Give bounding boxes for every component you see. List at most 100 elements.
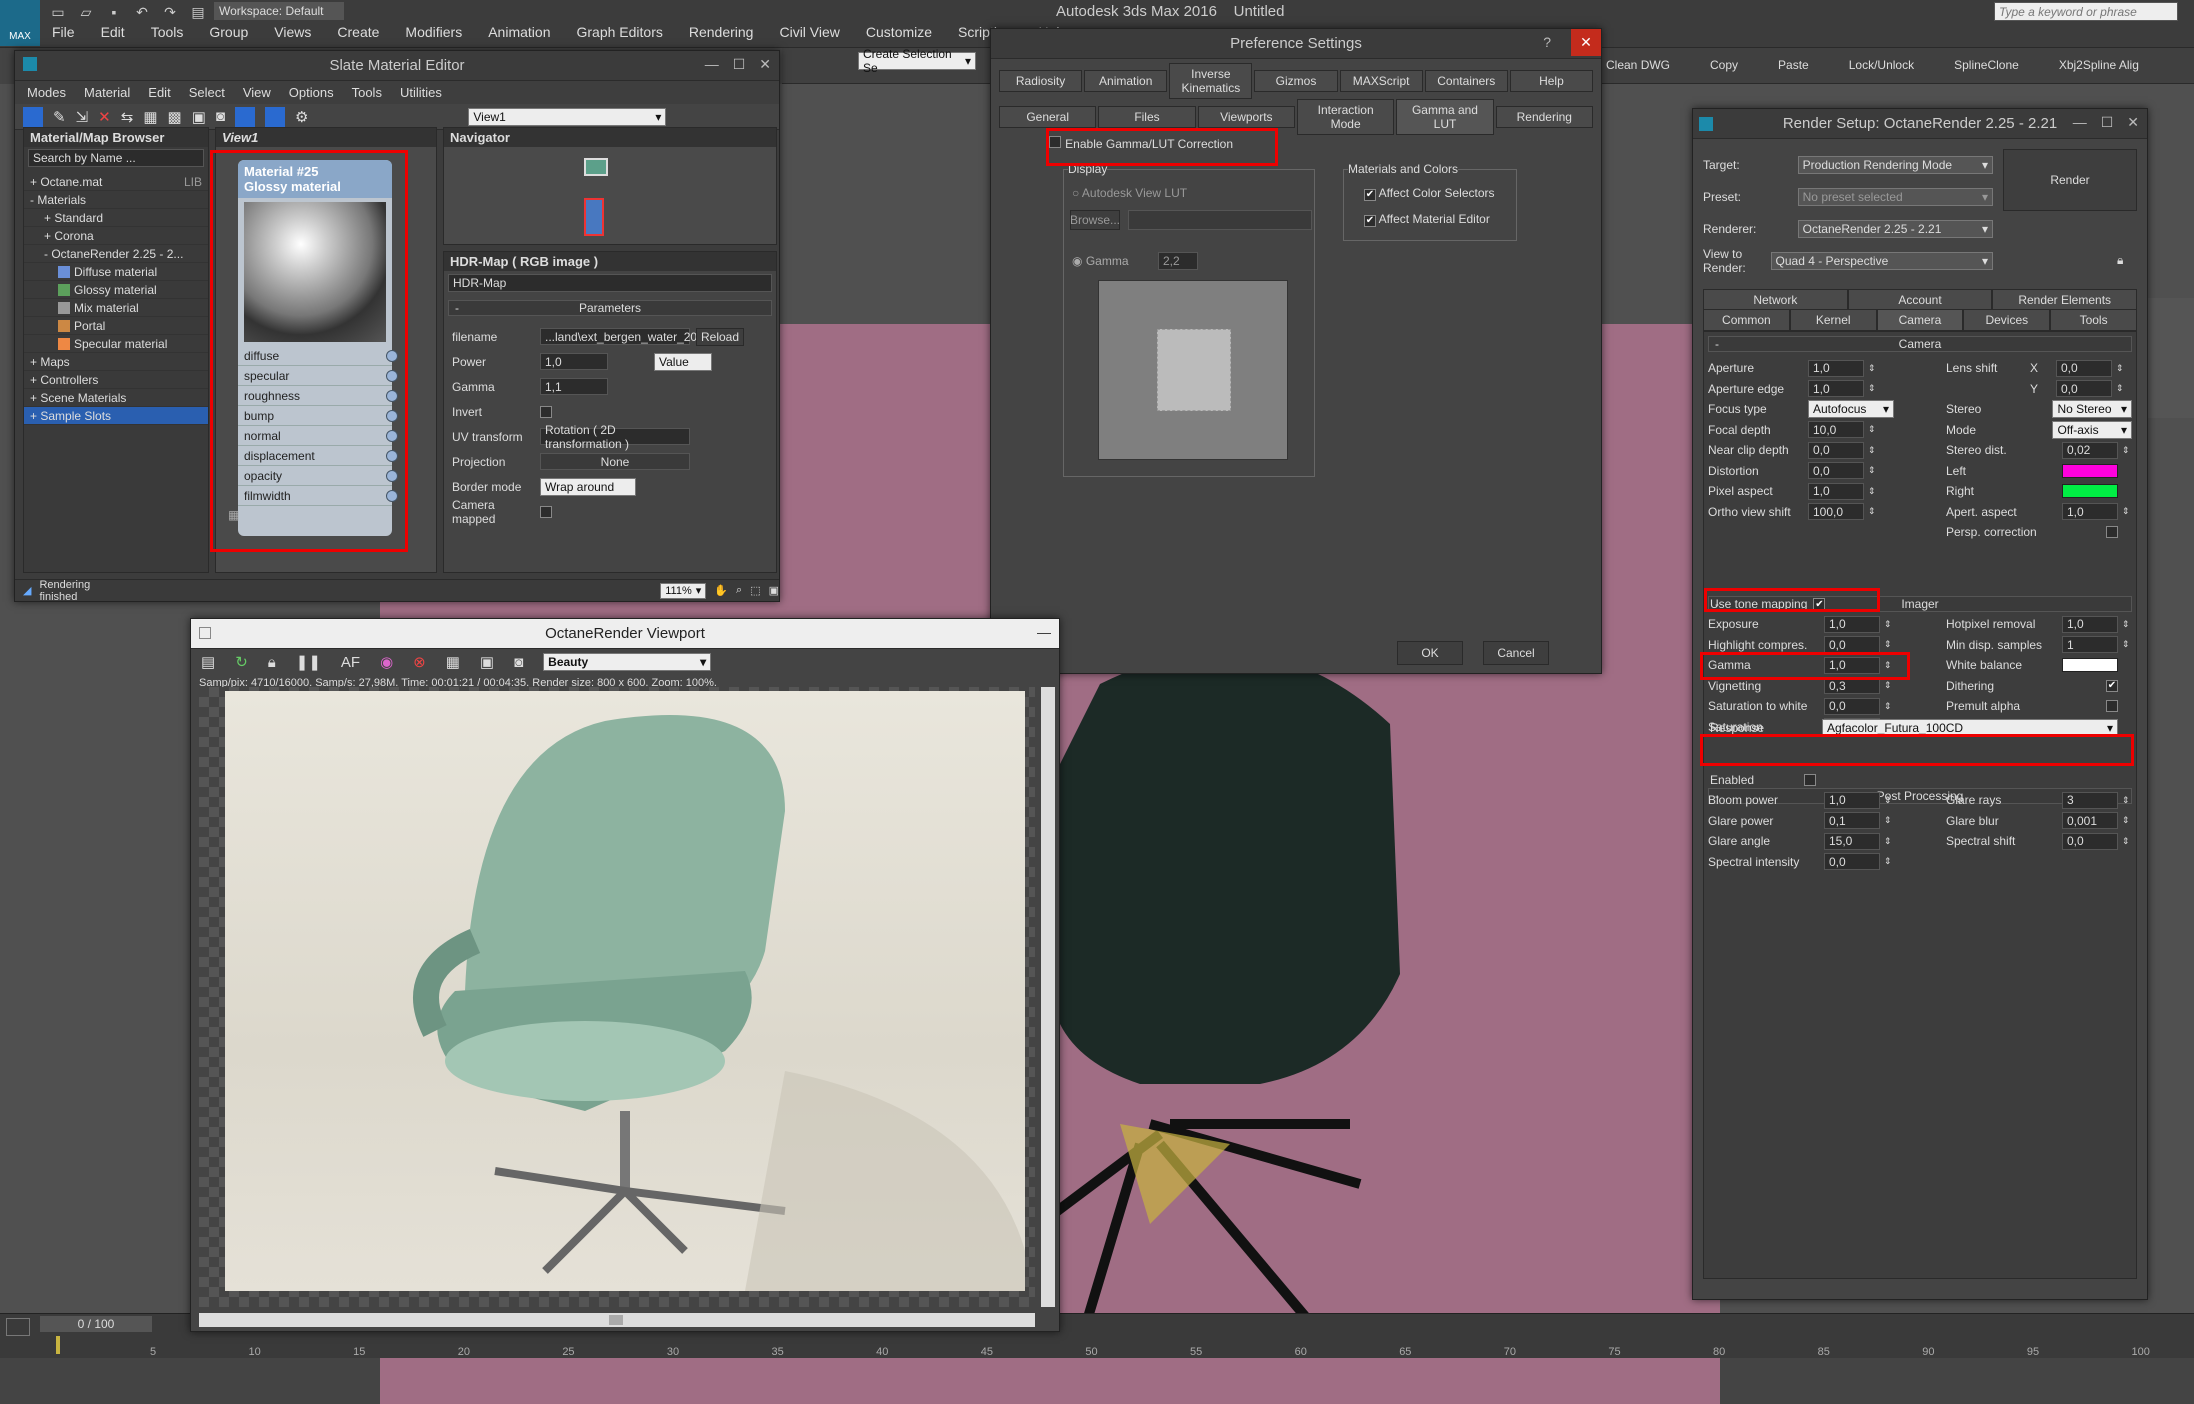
spinner-arrows-icon[interactable]: ⇕ xyxy=(2122,815,2130,826)
spinner-arrows-icon[interactable]: ⇕ xyxy=(1868,424,1876,435)
param-spinner[interactable]: 1,0 xyxy=(2062,503,2118,521)
param-checkbox[interactable]: ✔ xyxy=(2106,679,2118,692)
minimize-button[interactable]: — xyxy=(705,56,719,73)
param-field[interactable]: Rotation ( 2D transformation ) xyxy=(540,423,690,451)
browser-item-scene-materials[interactable]: + Scene Materials xyxy=(24,389,208,407)
tab-help[interactable]: Help xyxy=(1509,70,1593,92)
post-enabled-checkbox[interactable] xyxy=(1804,774,1817,786)
gamma-spinner[interactable]: 2,2 xyxy=(1158,252,1198,270)
menu-edit[interactable]: Edit xyxy=(101,24,125,40)
region-icon[interactable]: ▦ xyxy=(446,653,460,671)
node-slot-diffuse[interactable]: diffuse xyxy=(238,346,398,366)
affect-color-checkbox[interactable]: ✔ xyxy=(1364,188,1376,201)
spinner-arrows-icon[interactable]: ⇕ xyxy=(2122,445,2130,456)
node-slot-filmwidth[interactable]: filmwidth xyxy=(238,486,398,506)
assign-material-icon[interactable]: ⇲ xyxy=(76,108,89,126)
param-spinner[interactable]: 1,0 xyxy=(1824,791,1880,809)
toolbar-xbj2spline-alig-button[interactable]: Xbj2Spline Alig xyxy=(2059,58,2139,72)
slate-menu-tools[interactable]: Tools xyxy=(352,85,382,100)
spinner-arrows-icon[interactable]: ⇕ xyxy=(1884,619,1892,630)
node-slot-specular[interactable]: specular xyxy=(238,366,398,386)
param-spinner[interactable]: 1,0 xyxy=(1808,482,1864,500)
zoom-extents-icon[interactable]: ▣ xyxy=(769,584,779,597)
node-view[interactable]: View1 Material #25 Glossy material diffu… xyxy=(215,127,437,573)
spinner-arrows-icon[interactable]: ⇕ xyxy=(1884,660,1892,671)
browser-item-portal[interactable]: Portal xyxy=(24,317,208,335)
spinner-arrows-icon[interactable]: ⇕ xyxy=(1884,701,1892,712)
param-spinner[interactable]: 1,0 xyxy=(1808,380,1864,398)
project-icon[interactable]: ▤ xyxy=(188,3,208,21)
pan-icon[interactable]: ✋ xyxy=(714,584,728,597)
camera-rollout[interactable]: Camera xyxy=(1708,336,2132,352)
spinner-arrows-icon[interactable]: ⇕ xyxy=(2122,836,2130,847)
tab-camera[interactable]: Camera xyxy=(1876,309,1964,331)
menu-customize[interactable]: Customize xyxy=(866,24,932,40)
slate-menu-material[interactable]: Material xyxy=(84,85,130,100)
spinner-arrows-icon[interactable]: ⇕ xyxy=(1868,486,1876,497)
spinner-arrows-icon[interactable]: ⇕ xyxy=(2122,639,2130,650)
slot-socket[interactable] xyxy=(386,449,398,462)
show-map-icon[interactable]: ◙ xyxy=(216,108,225,125)
spinner-arrows-icon[interactable]: ⇕ xyxy=(1868,465,1876,476)
slot-socket[interactable] xyxy=(386,409,398,422)
spinner-arrows-icon[interactable]: ⇕ xyxy=(1884,836,1892,847)
target-dropdown[interactable]: Production Rendering Mode ▾ xyxy=(1797,156,1993,174)
slate-menu-view[interactable]: View xyxy=(243,85,271,100)
spinner-arrows-icon[interactable]: ⇕ xyxy=(1884,639,1892,650)
browser-search-input[interactable]: Search by Name ... xyxy=(28,149,204,167)
tab-tools[interactable]: Tools xyxy=(2050,309,2137,331)
param-spinner[interactable]: 1,0 xyxy=(1824,615,1880,633)
tab-files[interactable]: Files xyxy=(1098,106,1196,128)
param-checkbox[interactable] xyxy=(540,405,552,418)
spinner-arrows-icon[interactable]: ⇕ xyxy=(1884,680,1892,691)
spinner-arrows-icon[interactable]: ⇕ xyxy=(1868,363,1876,374)
slot-socket[interactable] xyxy=(386,369,398,382)
scroll-thumb[interactable] xyxy=(609,1315,623,1325)
spinner-arrows-icon[interactable]: ⇕ xyxy=(1868,506,1876,517)
select-tool-icon[interactable] xyxy=(23,106,43,127)
view-dropdown[interactable]: View1 ▾ xyxy=(468,107,667,126)
slot-socket[interactable] xyxy=(386,389,398,402)
param-field[interactable]: None xyxy=(540,453,690,470)
tab-inverse-kinematics[interactable]: Inverse Kinematics xyxy=(1169,63,1253,99)
param-dropdown[interactable]: Off-axis ▾ xyxy=(2052,420,2132,439)
view-to-render-dropdown[interactable]: Quad 4 - Perspective ▾ xyxy=(1770,252,1993,270)
toolbar-clean-dwg-button[interactable]: Clean DWG xyxy=(1606,58,1670,72)
node-slot-opacity[interactable]: opacity xyxy=(238,466,398,486)
browser-item-materials[interactable]: - Materials xyxy=(24,191,208,209)
minimize-button[interactable]: — xyxy=(2073,114,2087,131)
param-checkbox[interactable] xyxy=(540,505,552,518)
spinner-arrows-icon[interactable]: ⇕ xyxy=(1884,795,1892,806)
param-field[interactable]: 1,1 xyxy=(540,378,608,395)
affect-material-checkbox[interactable]: ✔ xyxy=(1364,214,1376,227)
reload-button[interactable]: Reload xyxy=(696,327,745,346)
close-button[interactable]: ✕ xyxy=(2127,114,2139,131)
spinner-arrows-icon[interactable]: ⇕ xyxy=(2122,795,2130,806)
background-icon[interactable]: ▩ xyxy=(168,108,182,126)
node-slot-bump[interactable]: bump xyxy=(238,406,398,426)
delete-icon[interactable]: ✕ xyxy=(98,108,111,126)
zoom-icon[interactable]: ⌕ xyxy=(736,584,742,597)
param-spinner[interactable]: 0,0 xyxy=(2056,380,2112,398)
browser-item-controllers[interactable]: + Controllers xyxy=(24,371,208,389)
max-logo[interactable]: MAX xyxy=(0,0,40,46)
toolbar-copy-button[interactable]: Copy xyxy=(1710,58,1738,72)
color-swatch[interactable] xyxy=(2062,658,2118,673)
view-tab[interactable]: View1 xyxy=(216,128,436,147)
navigator-viewport[interactable] xyxy=(584,198,604,236)
browser-item-corona[interactable]: + Corona xyxy=(24,227,208,245)
search-input[interactable]: Type a keyword or phrase xyxy=(1994,2,2178,21)
param-spinner[interactable]: 0,0 xyxy=(1808,462,1864,480)
menu-rendering[interactable]: Rendering xyxy=(689,24,754,40)
spinner-arrows-icon[interactable]: ⇕ xyxy=(2122,506,2130,517)
param-spinner[interactable]: 0,3 xyxy=(1824,677,1880,695)
param-spinner[interactable]: 100,0 xyxy=(1808,503,1864,521)
render-canvas[interactable] xyxy=(199,687,1035,1307)
maximize-button[interactable]: ☐ xyxy=(2101,114,2114,131)
slot-socket[interactable] xyxy=(386,429,398,442)
param-spinner[interactable]: 1,0 xyxy=(2062,615,2118,633)
param-dropdown[interactable]: Autofocus ▾ xyxy=(1808,400,1894,419)
browser-item-sample-slots[interactable]: + Sample Slots xyxy=(24,407,208,425)
vertical-scrollbar[interactable] xyxy=(1041,687,1055,1307)
tab-gamma-and-lut[interactable]: Gamma and LUT xyxy=(1396,99,1494,135)
